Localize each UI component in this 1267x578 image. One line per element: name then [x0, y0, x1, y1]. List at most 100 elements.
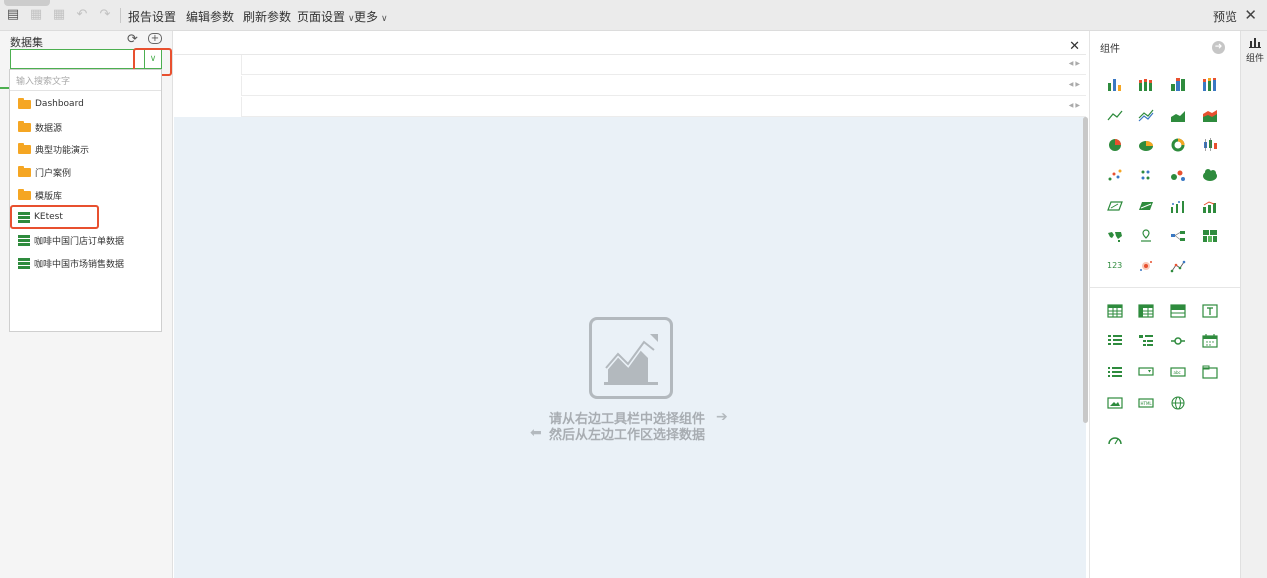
vertical-scrollbar[interactable] — [1083, 117, 1088, 423]
slider-icon[interactable] — [1170, 334, 1186, 348]
dataset-search-input[interactable]: 输入搜索文字 — [10, 70, 161, 91]
undo-icon[interactable]: ↶ — [75, 8, 89, 22]
parallelogram-icon[interactable] — [1107, 199, 1123, 213]
tab-icon[interactable] — [1202, 365, 1218, 379]
pie-chart-icon[interactable] — [1107, 138, 1123, 152]
folder-icon — [18, 142, 31, 154]
preview-button[interactable]: 预览 — [1213, 8, 1237, 25]
html-icon[interactable]: HTML — [1138, 396, 1154, 410]
boxplot-icon[interactable] — [1202, 138, 1218, 152]
grouped-bar-icon[interactable] — [1170, 77, 1186, 91]
line-chart-icon[interactable] — [1107, 108, 1123, 122]
list-icon[interactable] — [1107, 365, 1123, 379]
list-item[interactable]: 门户案例 — [18, 163, 71, 181]
close-icon[interactable]: ✕ — [1244, 6, 1257, 24]
list-item-label: 门户案例 — [35, 168, 72, 179]
multi-line-icon[interactable] — [1138, 108, 1154, 122]
table-icon[interactable] — [1107, 304, 1123, 318]
heat-blob-icon[interactable] — [1138, 259, 1154, 273]
path-icon[interactable] — [1170, 259, 1186, 273]
heatmap-grid-icon[interactable] — [1202, 229, 1218, 243]
list-item[interactable]: 咖啡中国市场销售数据 — [18, 254, 124, 272]
filter-strip: ◀▶ ◀▶ ◀▶ — [174, 54, 1086, 117]
dropdown-icon[interactable] — [1138, 365, 1154, 379]
svg-text:abc: abc — [1174, 370, 1181, 375]
calendar-icon[interactable] — [1202, 334, 1218, 348]
bar-line-icon[interactable] — [1202, 199, 1218, 213]
map-3d-icon[interactable] — [1138, 199, 1154, 213]
text-icon[interactable] — [1202, 304, 1218, 318]
page-settings-menu[interactable]: 页面设置 ∨ — [297, 8, 355, 25]
components-panel: 组件 ➜ 123 abc HTML — [1089, 31, 1241, 578]
list-item-label: Dashboard — [35, 99, 84, 109]
list-item[interactable]: 数据源 — [18, 118, 62, 136]
filter-row[interactable]: ◀▶ — [241, 55, 1086, 75]
stacked-area-icon[interactable] — [1202, 108, 1218, 122]
arrow-left-icon: ⬅ — [530, 425, 542, 441]
pie-3d-icon[interactable] — [1138, 138, 1154, 152]
bar-dot-icon[interactable] — [1170, 199, 1186, 213]
list-filter-icon[interactable] — [1107, 334, 1123, 348]
top-toolbar: ▤ ▦ ▦ ↶ ↷ 报告设置 编辑参数 刷新参数 页面设置 ∨ 更多 ∨ 预览 ✕ — [0, 0, 1267, 31]
scroll-arrows-icon[interactable]: ◀▶ — [1069, 81, 1082, 88]
list-item[interactable]: Dashboard — [18, 95, 84, 113]
dataset-table-icon — [18, 234, 30, 246]
page-settings-label: 页面设置 — [297, 10, 346, 24]
redo-icon[interactable]: ↷ — [98, 8, 112, 22]
bar-chart-icon[interactable] — [1107, 77, 1123, 91]
filter-row[interactable]: ◀▶ — [241, 76, 1086, 96]
toolbar-divider — [120, 8, 121, 23]
arrow-right-circle-icon[interactable]: ➜ — [1212, 41, 1225, 54]
dot-matrix-icon[interactable] — [1138, 168, 1154, 182]
svg-text:HTML: HTML — [1141, 401, 1153, 406]
folder-icon — [18, 165, 31, 177]
dataset-dropdown: 输入搜索文字 Dashboard 数据源 典型功能演示 门户案例 模版库 KEt… — [9, 69, 162, 332]
input-box-icon[interactable]: abc — [1170, 365, 1186, 379]
list-item[interactable]: 典型功能演示 — [18, 140, 89, 158]
donut-chart-icon[interactable] — [1170, 138, 1186, 152]
collapse-tab[interactable] — [4, 0, 50, 6]
image-icon[interactable] — [1107, 396, 1123, 410]
area-chart-icon[interactable] — [1170, 108, 1186, 122]
kpi-number-icon[interactable]: 123 — [1107, 259, 1123, 273]
highlight-box-ketest — [10, 205, 99, 229]
gauge-icon[interactable] — [1107, 432, 1123, 446]
map-pin-icon[interactable] — [1138, 229, 1154, 243]
canvas-hint-line2: 然后从左边工作区选择数据 — [549, 428, 706, 443]
flow-icon[interactable] — [1170, 229, 1186, 243]
tree-filter-icon[interactable] — [1138, 334, 1154, 348]
stacked-bar-2-icon[interactable] — [1202, 77, 1218, 91]
chart-bars-icon[interactable] — [1249, 37, 1261, 51]
filter-row[interactable]: ◀▶ — [241, 97, 1086, 117]
list-item-label: 数据源 — [35, 123, 63, 134]
stacked-bar-icon[interactable] — [1138, 77, 1154, 91]
crosstab-icon[interactable] — [1170, 304, 1186, 318]
scroll-arrows-icon[interactable]: ◀▶ — [1069, 60, 1082, 67]
bubble-icon[interactable] — [1170, 168, 1186, 182]
list-item[interactable]: 模版库 — [18, 186, 62, 204]
side-tab-components[interactable]: 组件 — [1246, 51, 1264, 64]
scroll-arrows-icon[interactable]: ◀▶ — [1069, 102, 1082, 109]
world-map-icon[interactable] — [1107, 229, 1123, 243]
folder-icon — [18, 188, 31, 200]
add-dataset-icon[interactable]: + — [148, 33, 162, 44]
scatter-icon[interactable] — [1107, 168, 1123, 182]
more-menu[interactable]: 更多 ∨ — [354, 8, 388, 25]
edit-params-button[interactable]: 编辑参数 — [186, 8, 234, 25]
close-icon[interactable]: ✕ — [1069, 39, 1080, 54]
list-item-label: 咖啡中国市场销售数据 — [34, 259, 125, 270]
report-settings-button[interactable]: 报告设置 — [128, 8, 176, 25]
word-cloud-icon[interactable] — [1202, 168, 1218, 182]
save-icon[interactable]: ▦ — [29, 8, 43, 22]
save-as-icon[interactable]: ▦ — [52, 8, 66, 22]
refresh-params-button[interactable]: 刷新参数 — [243, 8, 291, 25]
list-item[interactable]: 咖啡中国门店订单数据 — [18, 231, 124, 249]
chevron-down-icon: ∨ — [381, 14, 388, 24]
list-item-label: 模版库 — [35, 191, 63, 202]
report-icon[interactable]: ▤ — [6, 8, 20, 22]
dataset-panel-title: 数据集 — [10, 36, 43, 49]
web-icon[interactable] — [1170, 396, 1186, 410]
side-tab-bar: 组件 — [1240, 31, 1267, 578]
refresh-icon[interactable]: ⟳ — [127, 32, 138, 47]
pivot-table-icon[interactable] — [1138, 304, 1154, 318]
